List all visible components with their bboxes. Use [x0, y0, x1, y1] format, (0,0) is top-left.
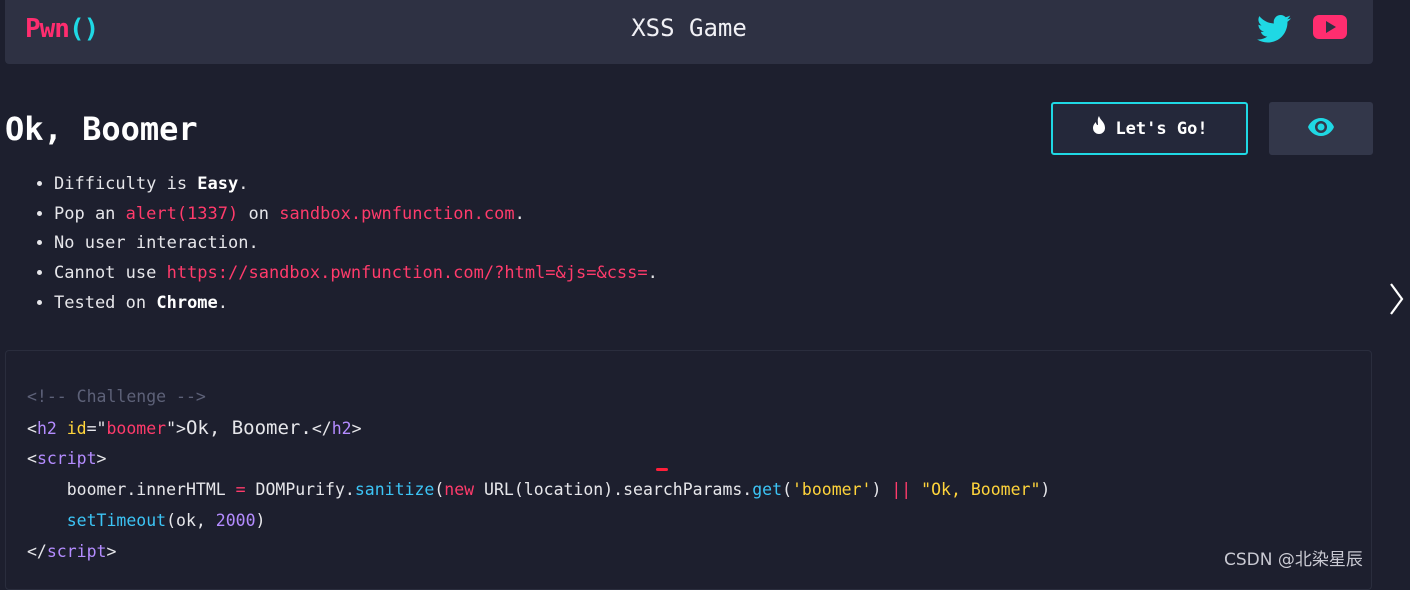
code-attr-value: boomer — [106, 418, 167, 438]
code-operator: || — [891, 480, 912, 500]
code-string: 'boomer' — [792, 480, 872, 500]
difficulty-value: Easy — [197, 174, 239, 194]
sandbox-host: sandbox.pwnfunction.com — [279, 203, 515, 224]
lets-go-label: Let's Go! — [1115, 118, 1208, 139]
code-keyword: new — [444, 480, 475, 500]
rule-pop-alert: Pop an alert(1337) on sandbox.pwnfunctio… — [54, 200, 658, 230]
rule-text: Pop an — [54, 203, 126, 224]
code-comment: <!-- Challenge --> — [27, 387, 206, 406]
code-token: DOMPurify. — [245, 480, 355, 500]
challenge-source-code: <!-- Challenge --> <h2 id="boomer">Ok, B… — [27, 387, 1051, 561]
alert-code: alert(1337) — [125, 203, 239, 224]
code-function: sanitize — [354, 480, 435, 500]
rule-cannot-use: Cannot use https://sandbox.pwnfunction.c… — [54, 259, 658, 289]
code-tag: script — [46, 541, 107, 561]
code-token: (ok, — [166, 510, 216, 530]
code-token: ) — [255, 510, 266, 530]
rule-no-interaction: No user interaction. — [54, 229, 658, 259]
watermark: CSDN @北染星辰 — [1224, 550, 1363, 570]
code-tag: h2 — [331, 418, 352, 438]
red-cursor-mark — [656, 468, 668, 471]
top-navbar: Pwn() XSS Game — [5, 0, 1373, 64]
rule-difficulty: Difficulty is Easy. — [54, 170, 658, 200]
view-solutions-button[interactable] — [1269, 102, 1373, 155]
challenge-title: Ok, Boomer — [5, 110, 198, 148]
code-token: ( — [434, 480, 445, 500]
code-tag: h2 — [36, 418, 57, 438]
rule-text: . — [514, 203, 525, 224]
rule-text: Tested on — [54, 292, 157, 313]
rule-text: Difficulty is — [54, 174, 198, 194]
lets-go-button[interactable]: Let's Go! — [1051, 102, 1248, 155]
site-title: XSS Game — [631, 14, 747, 42]
code-function: get — [752, 480, 783, 500]
code-tag: script — [36, 449, 97, 469]
flame-icon — [1091, 116, 1107, 141]
rule-text: Cannot use — [54, 263, 167, 284]
code-h2-text: Ok, Boomer. — [185, 416, 312, 439]
eye-icon — [1308, 117, 1334, 140]
code-attr: id — [66, 418, 87, 438]
twitter-icon[interactable] — [1257, 14, 1291, 48]
code-function: setTimeout — [66, 510, 167, 530]
code-operator: = — [235, 480, 246, 500]
code-token: URL(location).searchParams. — [474, 480, 753, 500]
rule-text: . — [647, 263, 658, 284]
chevron-right-icon[interactable] — [1388, 282, 1404, 320]
browser-name: Chrome — [156, 292, 218, 313]
rule-text: . — [238, 174, 249, 194]
code-string: "Ok, Boomer" — [921, 480, 1041, 500]
rule-tested-on: Tested on Chrome. — [54, 289, 658, 319]
youtube-icon[interactable] — [1313, 14, 1347, 44]
rule-text: . — [217, 292, 229, 313]
challenge-rules: Difficulty is Easy. Pop an alert(1337) o… — [32, 170, 658, 319]
code-number: 2000 — [215, 510, 256, 530]
rule-text: on — [238, 203, 280, 224]
forbidden-url: https://sandbox.pwnfunction.com/?html=&j… — [166, 263, 648, 284]
code-token: boomer.innerHTML — [66, 480, 236, 500]
